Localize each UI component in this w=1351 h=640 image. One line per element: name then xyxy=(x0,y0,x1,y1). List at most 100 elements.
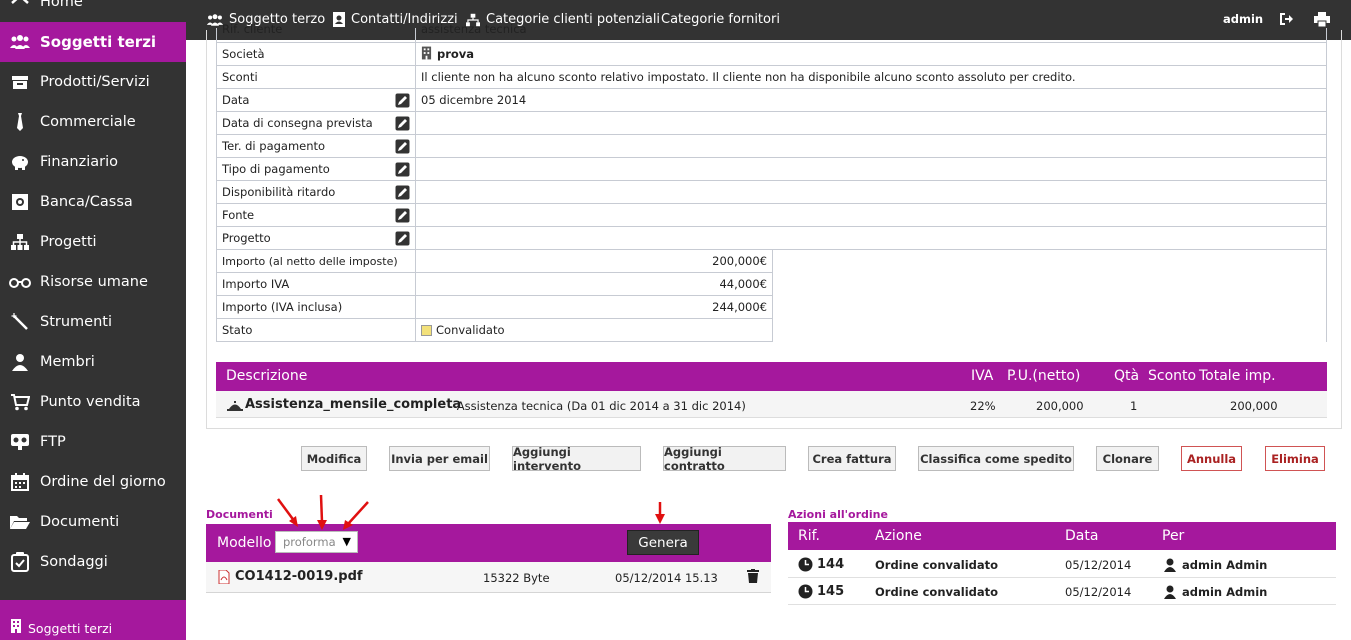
action-ref-link[interactable]: 145 xyxy=(817,584,844,599)
col-azione: Azione xyxy=(875,528,922,544)
actions-header: Rif. Azione Data Per xyxy=(788,522,1336,550)
info-row-consegna: Data di consegna prevista xyxy=(216,111,416,135)
status-badge xyxy=(421,325,432,336)
info-row-data: Data xyxy=(216,88,416,112)
document-size: 15322 Byte xyxy=(483,571,550,585)
action-user-link[interactable]: admin Admin xyxy=(1182,558,1267,572)
generate-button[interactable]: Genera xyxy=(627,530,699,555)
col-rif: Rif. xyxy=(798,528,820,544)
info-row-tipo: Tipo di pagamento xyxy=(216,157,416,181)
edit-icon[interactable] xyxy=(395,116,410,134)
user-icon xyxy=(1164,585,1176,602)
sidebar-item-commerciale[interactable]: Commerciale xyxy=(0,102,186,142)
product-link[interactable]: Assistenza_mensile_completa xyxy=(245,397,461,412)
sidebar-item-strumenti[interactable]: Strumenti xyxy=(0,302,186,342)
amount-vat: 44,000€ xyxy=(415,272,773,296)
edit-icon[interactable] xyxy=(395,185,410,203)
sidebar-item-risorse-umane[interactable]: Risorse umane xyxy=(0,262,186,302)
line-row[interactable]: Assistenza_mensile_completa - Assistenza… xyxy=(216,391,1327,418)
sidebar-item-punto-vendita[interactable]: Punto vendita xyxy=(0,382,186,422)
info-value: assistenza tecnica xyxy=(415,22,1327,43)
sidebar-item-label: FTP xyxy=(40,434,66,450)
col-per: Per xyxy=(1162,528,1185,544)
edit-icon[interactable] xyxy=(395,231,410,249)
line-description: - Assistenza tecnica (Da 01 dic 2014 a 3… xyxy=(449,399,746,413)
nav-categorie-fornitori[interactable]: Categorie fornitori xyxy=(661,12,780,27)
sidebar-item-soggetti-terzi[interactable]: Soggetti terzi xyxy=(0,22,186,62)
cart-icon xyxy=(9,391,31,413)
info-row-termini: Ter. di pagamento xyxy=(216,134,416,158)
logout-icon[interactable] xyxy=(1279,12,1293,29)
info-row-progetto: Progetto xyxy=(216,226,416,250)
sidebar-item-label: Finanziario xyxy=(40,154,118,170)
sidebar: Home Soggetti terzi Prodotti/Servizi Com… xyxy=(0,0,186,640)
cancel-button[interactable]: Annulla xyxy=(1181,446,1242,471)
trash-icon[interactable] xyxy=(747,569,759,586)
col-descrizione: Descrizione xyxy=(226,368,308,384)
info-label: Disponibilità ritardo xyxy=(222,185,336,199)
sidebar-footer[interactable]: Soggetti terzi xyxy=(0,600,186,640)
survey-icon xyxy=(9,551,31,573)
delete-button[interactable]: Elimina xyxy=(1265,446,1325,471)
modifica-button[interactable]: Modifica xyxy=(301,446,367,471)
sidebar-item-label: Soggetti terzi xyxy=(40,33,157,51)
info-label: Ter. di pagamento xyxy=(222,139,326,153)
sidebar-item-finanziario[interactable]: Finanziario xyxy=(0,142,186,182)
sidebar-item-progetti[interactable]: Progetti xyxy=(0,222,186,262)
sidebar-item-label: Ordine del giorno xyxy=(40,474,166,490)
document-link[interactable]: CO1412-0019.pdf xyxy=(235,569,363,584)
col-sconto: Sconto xyxy=(1148,368,1197,384)
user-name[interactable]: admin xyxy=(1223,12,1263,26)
edit-icon[interactable] xyxy=(395,208,410,226)
nav-label: Categorie fornitori xyxy=(661,12,780,27)
sidebar-item-ftp[interactable]: FTP xyxy=(0,422,186,462)
info-value: Il cliente non ha alcuno sconto relativo… xyxy=(415,65,1327,89)
edit-icon[interactable] xyxy=(395,93,410,111)
sidebar-item-ordine-del-giorno[interactable]: Ordine del giorno xyxy=(0,462,186,502)
pdf-icon xyxy=(218,569,230,587)
sidebar-item-membri[interactable]: Membri xyxy=(0,342,186,382)
info-value xyxy=(415,111,1327,135)
lines-header: Descrizione IVA P.U.(netto) Qtà Sconto T… xyxy=(216,362,1327,391)
send-email-button[interactable]: Invia per email xyxy=(389,446,490,471)
building-icon xyxy=(10,619,22,636)
status-cell: Convalidato xyxy=(415,318,773,342)
sidebar-item-label: Progetti xyxy=(40,234,97,250)
col-data: Data xyxy=(1065,528,1099,544)
add-intervention-button[interactable]: Aggiungi intervento xyxy=(512,445,641,473)
edit-icon[interactable] xyxy=(395,139,410,157)
edit-icon[interactable] xyxy=(395,162,410,180)
sidebar-item-documenti[interactable]: Documenti xyxy=(0,502,186,542)
sidebar-item-sondaggi[interactable]: Sondaggi xyxy=(0,542,186,582)
box-icon xyxy=(9,71,31,93)
mark-shipped-button[interactable]: Classifica come spedito xyxy=(918,446,1074,471)
company-cell: prova xyxy=(415,42,1327,66)
safe-icon xyxy=(9,191,31,213)
add-contract-button[interactable]: Aggiungi contratto xyxy=(663,445,786,473)
home-icon xyxy=(9,0,31,13)
clone-button[interactable]: Clonare xyxy=(1096,446,1159,471)
info-value xyxy=(415,180,1327,204)
sidebar-item-banca[interactable]: Banca/Cassa xyxy=(0,182,186,222)
action-ref-link[interactable]: 144 xyxy=(817,557,844,572)
col-iva: IVA xyxy=(971,368,994,384)
sidebar-item-home[interactable]: Home xyxy=(0,0,186,22)
info-value xyxy=(415,203,1327,227)
wand-icon xyxy=(9,311,31,333)
table-row: 145 Ordine convalidato 05/12/2014 admin … xyxy=(788,578,1336,605)
line-total: 200,000 xyxy=(1230,399,1278,413)
info-label: Fonte xyxy=(222,208,255,222)
building-icon xyxy=(421,46,432,63)
info-value xyxy=(415,157,1327,181)
create-invoice-button[interactable]: Crea fattura xyxy=(808,446,896,471)
model-select[interactable]: proforma ▼ xyxy=(275,531,358,553)
info-label: Tipo di pagamento xyxy=(222,162,330,176)
line-qty: 1 xyxy=(1130,399,1138,413)
action-user-link[interactable]: admin Admin xyxy=(1182,585,1267,599)
member-icon xyxy=(9,351,31,373)
company-link[interactable]: prova xyxy=(437,47,474,61)
annotation-arrow-generate xyxy=(655,502,665,524)
sidebar-item-prodotti[interactable]: Prodotti/Servizi xyxy=(0,62,186,102)
sidebar-item-label: Documenti xyxy=(40,514,120,530)
line-price: 200,000 xyxy=(1036,399,1084,413)
